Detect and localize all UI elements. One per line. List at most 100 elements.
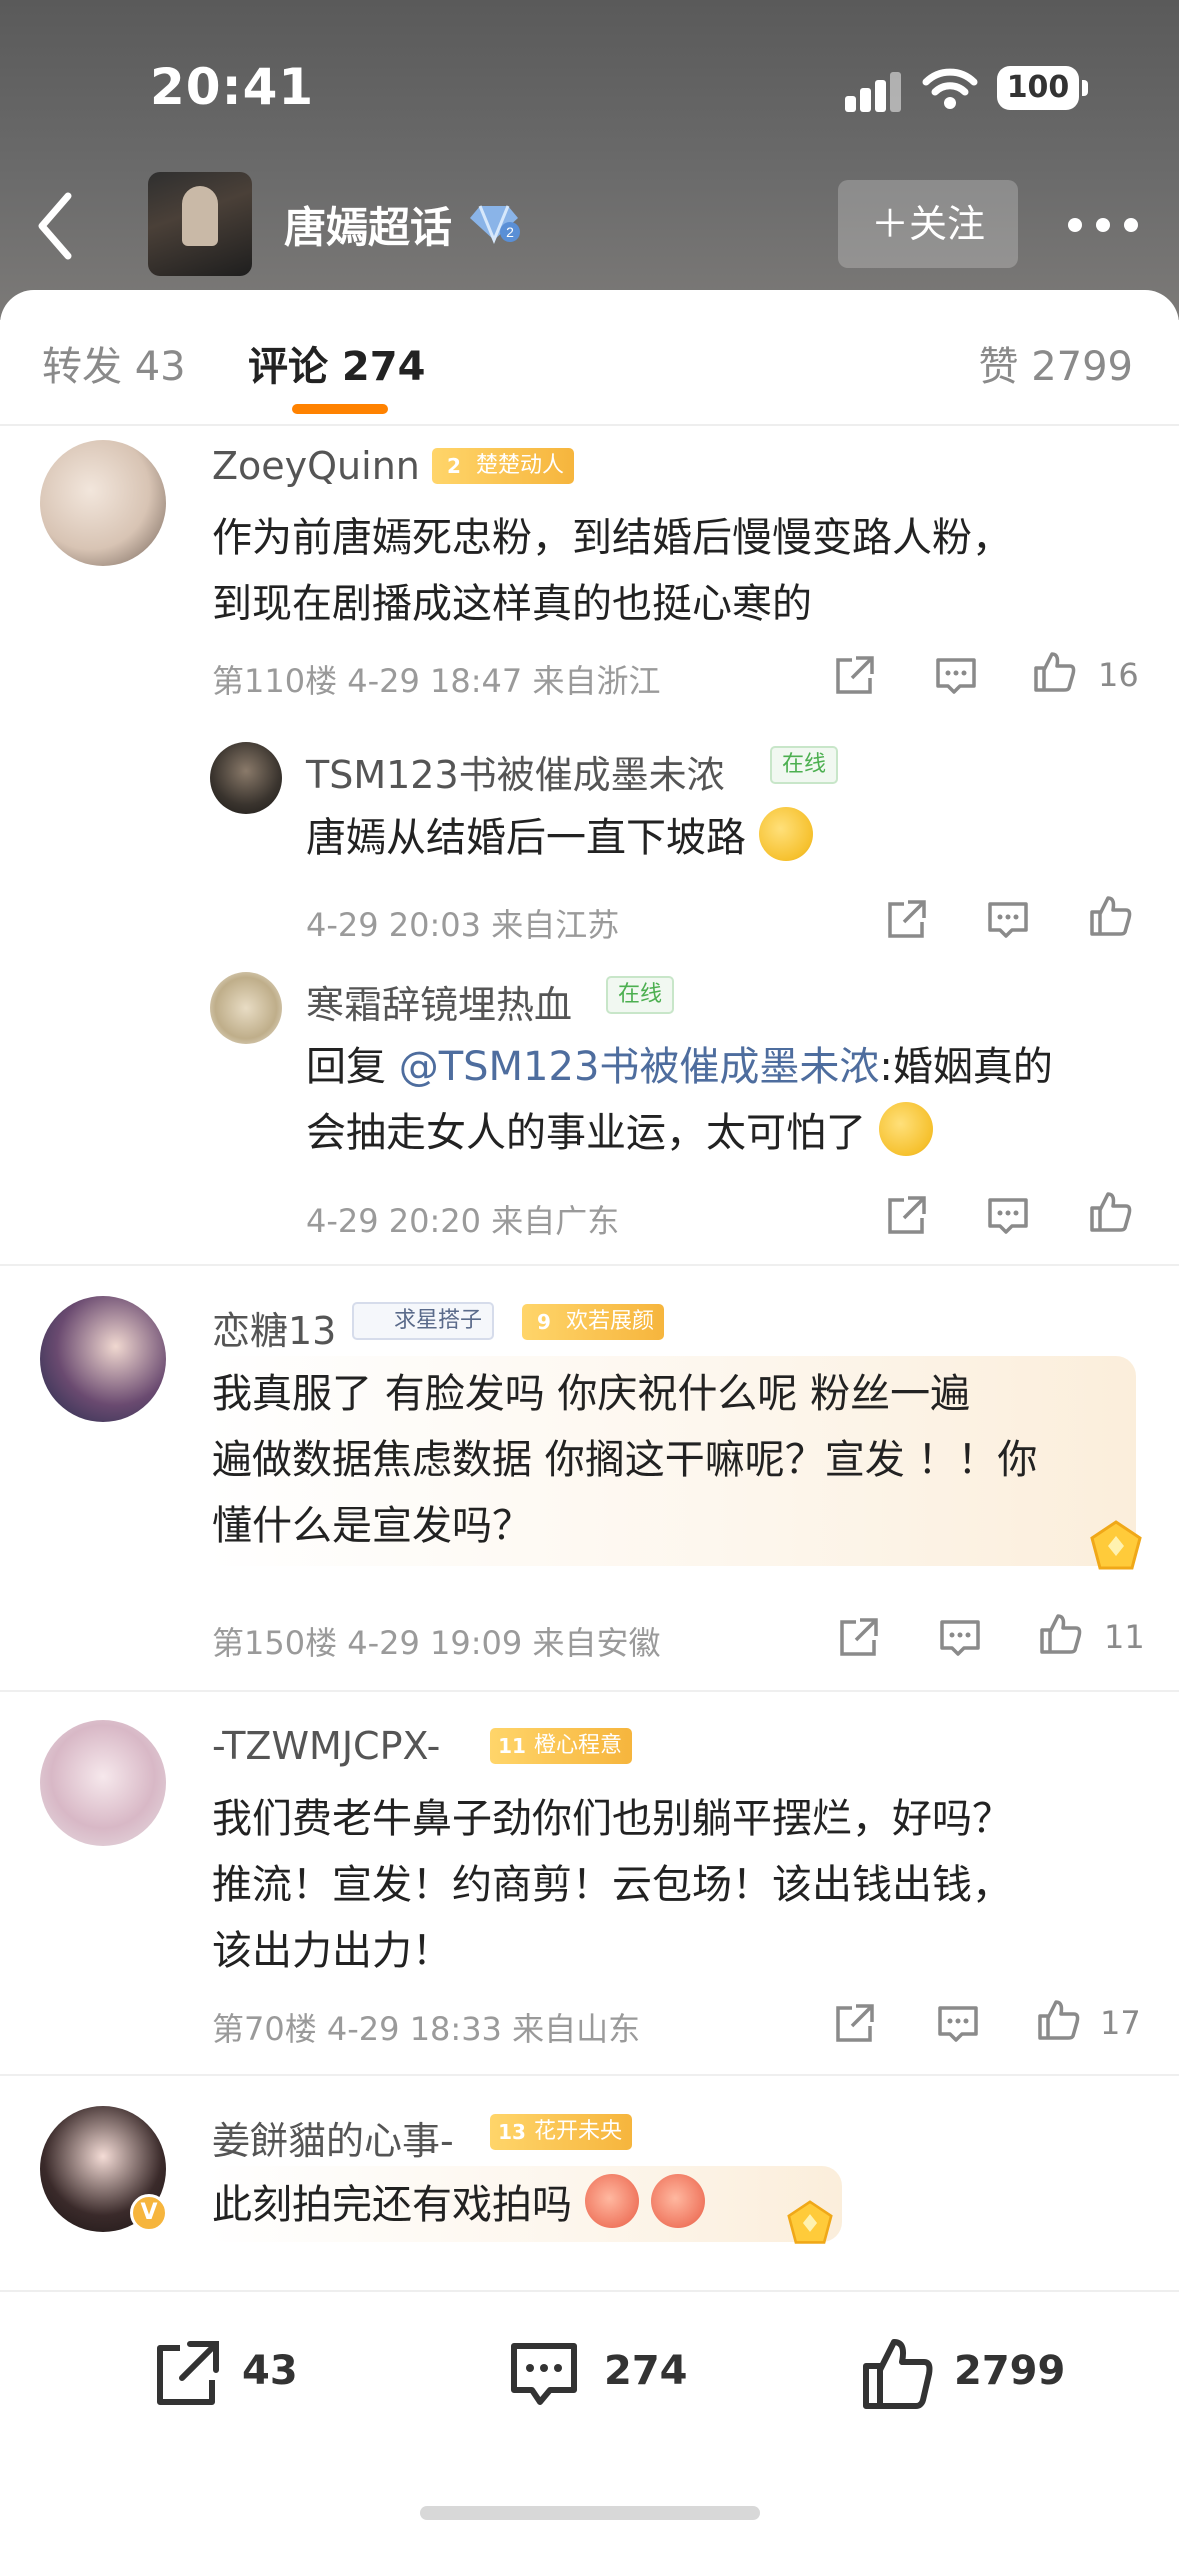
- comment-username[interactable]: ZoeyQuinn: [212, 444, 420, 488]
- divider: [0, 424, 1179, 426]
- battery-nub: [1082, 80, 1088, 96]
- avatar[interactable]: [40, 1296, 166, 1422]
- like-icon[interactable]: [1086, 892, 1134, 940]
- crown-icon: [1090, 1520, 1142, 1570]
- avatar[interactable]: [210, 972, 282, 1044]
- comment-meta: 第150楼 4-29 19:09 来自安徽: [212, 1624, 661, 1662]
- active-tab-indicator: [292, 404, 388, 414]
- like-count: 17: [1100, 2004, 1141, 2042]
- topic-thumbnail[interactable]: [148, 172, 252, 276]
- avatar[interactable]: [40, 1720, 166, 1846]
- comment-text-content: 此刻拍完还有戏拍吗: [212, 2182, 572, 2228]
- star-badge[interactable]: 求星搭子: [352, 1302, 495, 1340]
- fan-level: 2: [447, 454, 461, 478]
- reply-username[interactable]: 寒霜辞镜埋热血: [306, 974, 572, 1029]
- comment-icon[interactable]: [984, 1192, 1032, 1240]
- fan-badge[interactable]: 13 花开未央: [490, 2114, 633, 2150]
- reply-text-line: 回复 @TSM123书被催成墨未浓:婚姻真的: [306, 1034, 1053, 1100]
- avatar[interactable]: [210, 742, 282, 814]
- fan-level: 13: [498, 2120, 526, 2144]
- fan-badge[interactable]: 2 楚楚动人: [432, 448, 575, 484]
- reply-text-line: 会抽走女人的事业运，太可怕了: [306, 1100, 933, 1166]
- home-indicator: [420, 2506, 760, 2520]
- like-icon: [863, 2339, 933, 2409]
- verified-icon: V: [130, 2194, 168, 2232]
- battery-indicator: 100: [997, 66, 1079, 110]
- comment-text: 此刻拍完还有戏拍吗: [212, 2172, 706, 2238]
- fan-level: 11: [498, 1734, 526, 1758]
- diamond-badge-icon: 2: [470, 205, 520, 244]
- comment-icon[interactable]: [936, 1614, 984, 1662]
- like-icon[interactable]: [1034, 1996, 1082, 2044]
- fan-badge-label: 花开未央: [534, 2119, 623, 2144]
- mention-link[interactable]: @TSM123书被催成墨未浓: [399, 1044, 880, 1090]
- like-icon[interactable]: [1030, 648, 1078, 696]
- comment-username[interactable]: 姜餅貓的心事-: [212, 2110, 454, 2165]
- share-icon[interactable]: [830, 2000, 878, 2048]
- crying-emoji-icon: [878, 1102, 933, 1156]
- star-badge-label: 求星搭子: [394, 1308, 483, 1333]
- comment-meta: 第110楼 4-29 18:47 来自浙江: [212, 662, 661, 700]
- divider: [0, 1690, 1179, 1692]
- reply-meta: 4-29 20:03 来自江苏: [306, 906, 620, 944]
- tab-comment[interactable]: 评论 274: [248, 334, 425, 392]
- comment-icon[interactable]: [932, 652, 980, 700]
- fan-level: 9: [537, 1310, 551, 1334]
- forward-count: 43: [242, 2348, 298, 2394]
- like-icon[interactable]: [1036, 1610, 1084, 1658]
- share-icon[interactable]: [882, 1192, 930, 1240]
- fan-badge-label: 欢若展颜: [566, 1309, 655, 1334]
- like-icon[interactable]: [1086, 1188, 1134, 1236]
- share-icon[interactable]: [834, 1614, 882, 1662]
- fan-badge-label: 楚楚动人: [476, 453, 565, 478]
- topic-title[interactable]: 唐嫣超话: [284, 194, 452, 255]
- laughing-emoji-icon: [651, 2174, 706, 2228]
- online-badge: 在线: [770, 746, 839, 784]
- comment-text-line: 推流！宣发！约商剪！云包场！该出钱出钱，: [212, 1862, 1012, 1908]
- reply-username[interactable]: TSM123书被催成墨未浓: [306, 744, 725, 799]
- laughing-emoji-icon: [584, 2174, 639, 2228]
- tab-forward[interactable]: 转发 43: [42, 334, 186, 392]
- comment-icon[interactable]: [934, 2000, 982, 2048]
- comment-text-line: 遍做数据焦虑数据 你搁这干嘛呢？宣发 ！！你: [212, 1437, 1038, 1483]
- svg-text:2: 2: [506, 224, 514, 240]
- divider: [0, 2074, 1179, 2076]
- divider: [0, 1264, 1179, 1266]
- reply-meta: 4-29 20:20 来自广东: [306, 1202, 620, 1240]
- online-badge: 在线: [606, 976, 675, 1014]
- comment-username[interactable]: -TZWMJCPX-: [212, 1724, 440, 1768]
- share-icon[interactable]: [830, 652, 878, 700]
- follow-button[interactable]: ＋关注: [838, 180, 1018, 268]
- like-count: 16: [1098, 656, 1139, 694]
- share-icon[interactable]: [882, 896, 930, 944]
- cellular-signal-icon: [845, 72, 903, 112]
- comment-icon[interactable]: [984, 896, 1032, 944]
- comment-text-line: 我真服了 有脸发吗 你庆祝什么呢 粉丝一遍: [212, 1371, 971, 1417]
- comment-username[interactable]: 恋糖13: [212, 1300, 336, 1355]
- crown-icon: [787, 2200, 833, 2244]
- comment-text-line: 该出力出力！: [212, 1928, 452, 1974]
- fan-badge-label: 橙心程意: [534, 1733, 623, 1758]
- fan-badge[interactable]: 9 欢若展颜: [522, 1304, 665, 1340]
- bottom-action-bar: 43 274 2799: [0, 2290, 1179, 2460]
- comment-text-line: 我们费老牛鼻子劲你们也别躺平摆烂，好吗？: [212, 1796, 1012, 1842]
- avatar[interactable]: [40, 440, 166, 566]
- reply-prefix: 回复: [306, 1044, 399, 1090]
- reply-text-content: 会抽走女人的事业运，太可怕了: [306, 1110, 866, 1156]
- thinking-emoji-icon: [758, 807, 813, 861]
- more-icon[interactable]: [1064, 200, 1144, 248]
- like-count: 11: [1104, 1618, 1145, 1656]
- comment-count: 274: [604, 2348, 688, 2394]
- comment-text-line: 到现在剧播成这样真的也挺心寒的: [212, 581, 812, 627]
- reply-text-content: 唐嫣从结婚后一直下坡路: [306, 815, 746, 861]
- comment-text-line: 作为前唐嫣死忠粉，到结婚后慢慢变路人粉，: [212, 515, 1012, 561]
- reply-text: 唐嫣从结婚后一直下坡路: [306, 805, 813, 871]
- comment-text-line: 懂什么是宣发吗？: [212, 1503, 532, 1549]
- fan-badge[interactable]: 11 橙心程意: [490, 1728, 633, 1764]
- reply-text-content: :婚姻真的: [879, 1044, 1053, 1090]
- status-time: 20:41: [150, 58, 315, 116]
- comment-icon: [511, 2343, 577, 2405]
- tab-like[interactable]: 赞 2799: [978, 334, 1133, 392]
- back-arrow-icon[interactable]: [30, 186, 80, 266]
- tab-bar: 转发 43 评论 274 赞 2799: [0, 310, 1179, 420]
